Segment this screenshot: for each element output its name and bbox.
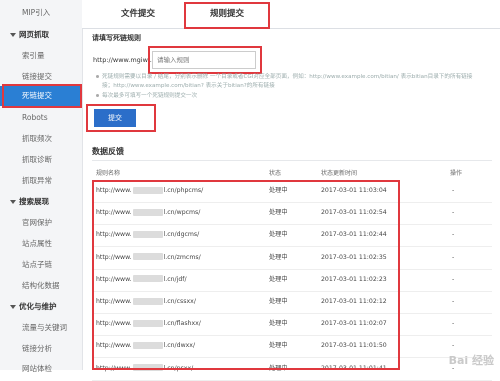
tip-line: 死链规则需要以目录 / 结尾，分别表示删除 一个目录或者CGI对应全部页面，例如… [96,73,496,82]
sidebar-item-site-checkup[interactable]: 网站体检 [0,358,82,380]
caret-down-icon [10,200,16,204]
sidebar-item-crawl-frequency[interactable]: 抓取频次 [0,128,82,150]
sidebar-item-robots[interactable]: Robots [0,107,82,129]
sidebar-section-label: 网页抓取 [19,30,49,39]
highlight-submit-box [86,104,156,132]
highlight-rule-tab-box [184,2,270,29]
divider [92,160,492,161]
sidebar-section-search[interactable]: 搜索展现 [0,191,82,213]
tip-text: 每次最多可填写一个死链规则提交一次 [102,93,198,99]
sidebar-item-link-analysis[interactable]: 链接分析 [0,338,82,360]
tab-bar: 文件提交 规则提交 [82,0,500,29]
tab-file-submit[interactable]: 文件提交 [92,2,184,28]
sidebar-item-mip[interactable]: MIP引入 [0,2,82,24]
column-header-time: 状态更新时间 [321,170,358,177]
form-title: 请填写死链规则 [92,34,141,42]
highlight-input-box [148,46,262,74]
watermark: Bai 经验 [448,354,494,367]
action-cell: - [452,209,455,217]
action-cell: - [452,298,455,305]
tip-line: 接；http://www.example.com/bitian? 表示关于bit… [102,82,500,91]
action-cell: - [452,187,455,194]
tip-text: 接；http://www.example.com/bitian? 表示关于bit… [102,83,275,89]
sidebar-item-site-attrs[interactable]: 站点属性 [0,233,82,255]
action-cell: - [452,253,455,261]
bullet-icon [96,94,99,97]
sidebar-item-index[interactable]: 索引量 [0,45,82,67]
sidebar-item-site-protect[interactable]: 官网保护 [0,212,82,234]
bullet-icon [96,75,99,78]
sidebar-section-label: 搜索展现 [19,197,49,206]
sidebar-section-label: 优化与维护 [19,302,57,311]
sidebar-item-crawl-errors[interactable]: 抓取异常 [0,170,82,192]
section-title: 数据反馈 [92,147,124,156]
column-header-status: 状态 [269,170,282,177]
column-header-rule: 规则名称 [96,170,121,177]
tip-text: 死链规则需要以目录 / 结尾，分别表示删除 一个目录或者CGI对应全部页面，例如… [102,74,473,80]
caret-down-icon [10,305,16,309]
action-cell: - [452,320,455,328]
sidebar: MIP引入 网页抓取 索引量 链接提交 死链提交 Robots 抓取频次 抓取诊… [0,0,83,373]
sidebar-item-traffic-keywords[interactable]: 流量与关键词 [0,317,82,339]
caret-down-icon [10,33,16,37]
highlight-table-box [92,180,400,370]
sidebar-item-crawl-diagnosis[interactable]: 抓取诊断 [0,149,82,171]
action-cell: - [452,275,455,283]
highlight-deadlink-box [2,84,82,108]
sidebar-item-sitelinks[interactable]: 站点子链 [0,254,82,276]
sidebar-item-structured-data[interactable]: 结构化数据 [0,275,82,297]
sidebar-section-optimize[interactable]: 优化与维护 [0,296,82,318]
sidebar-section-crawl[interactable]: 网页抓取 [0,24,82,46]
column-header-action: 操作 [450,170,463,177]
tip-line: 每次最多可填写一个死链规则提交一次 [96,92,496,101]
action-cell: - [452,231,455,239]
